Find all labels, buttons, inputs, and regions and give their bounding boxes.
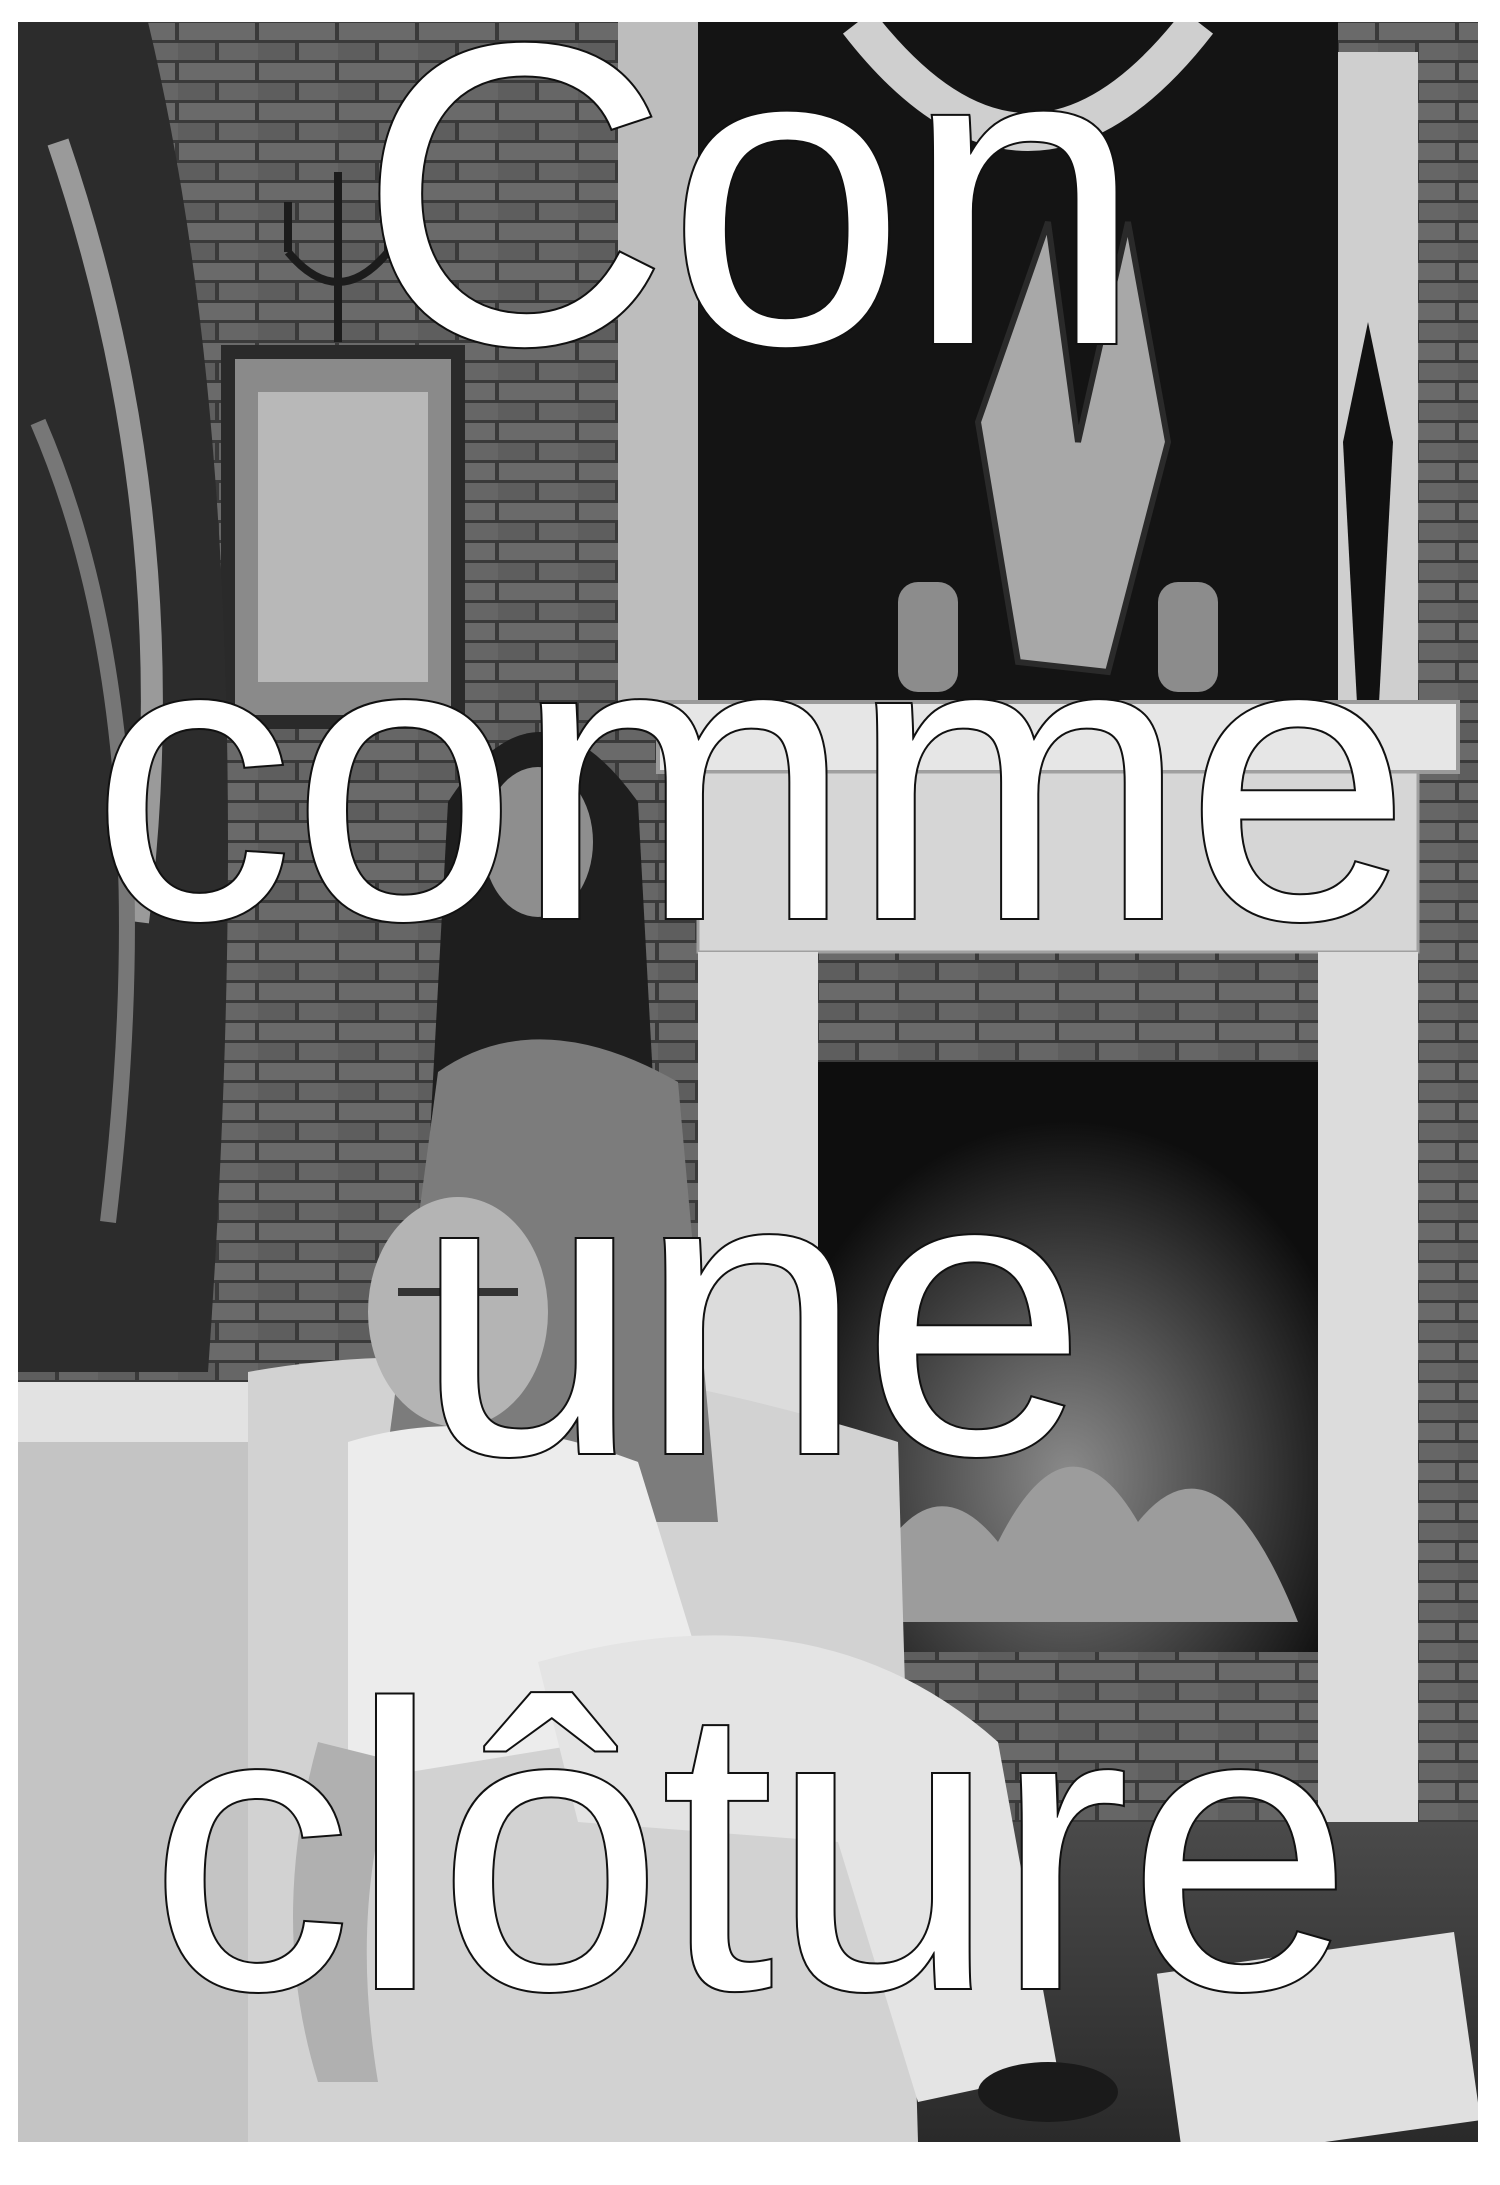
caption-line-2: comme bbox=[89, 551, 1413, 1004]
caption-line-1: Con bbox=[357, 0, 1146, 435]
caption-line-4: clôture bbox=[147, 1621, 1355, 2074]
caption-line-3: une bbox=[413, 1086, 1089, 1539]
